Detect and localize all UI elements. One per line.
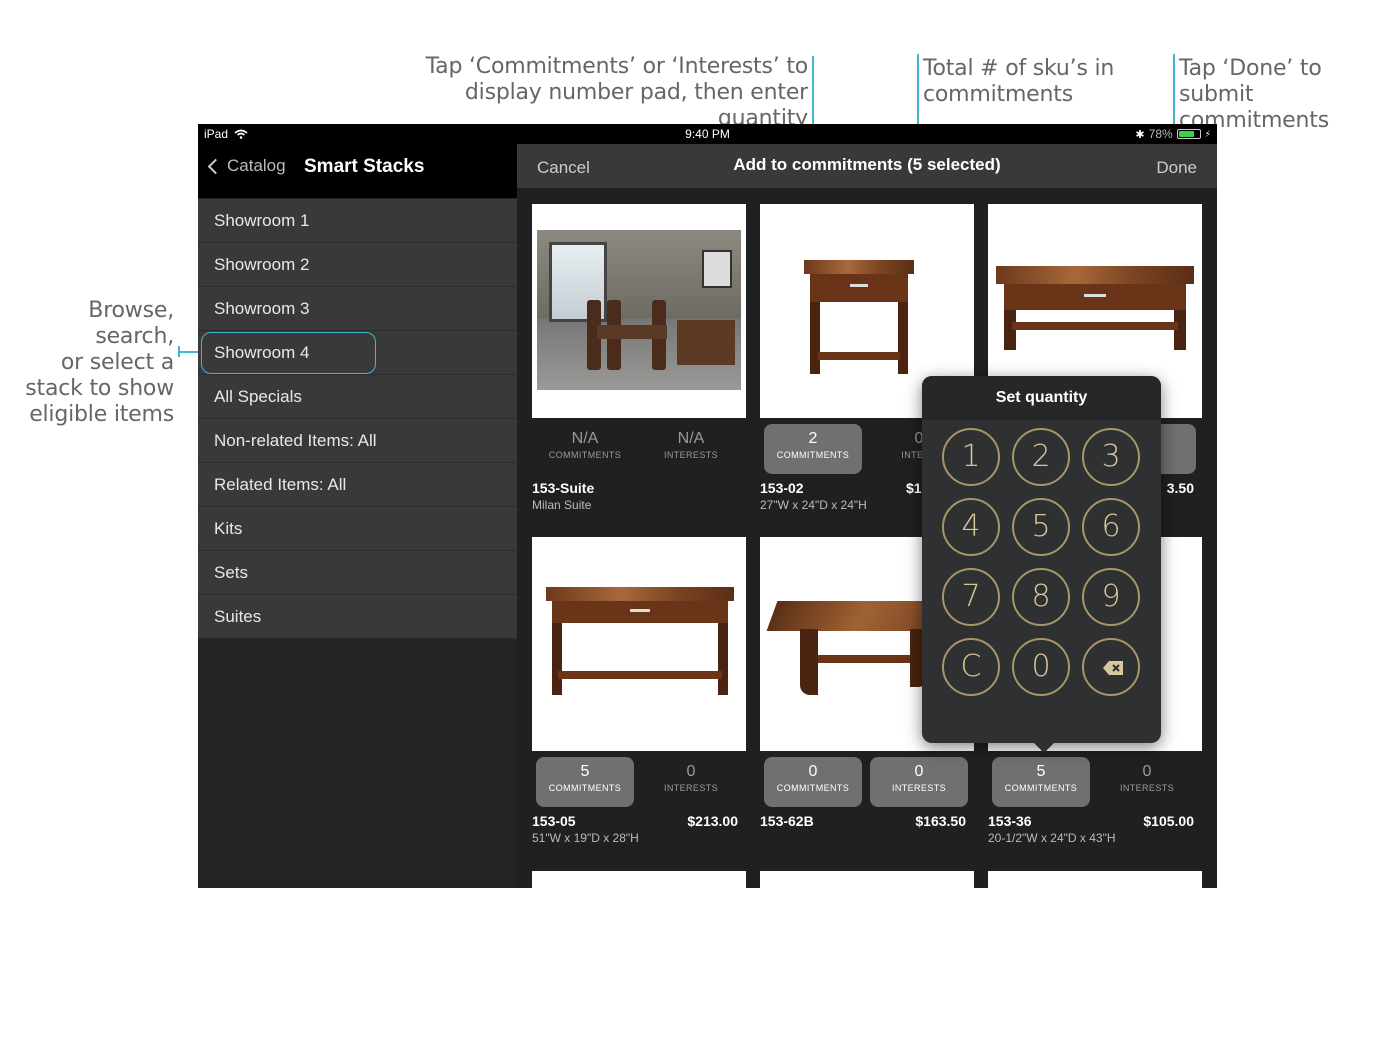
sidebar-item-all-specials[interactable]: All Specials <box>198 375 517 419</box>
charging-icon: ⚡ <box>1204 128 1211 139</box>
status-bar: iPad 9:40 PM ✱ 78% ⚡ <box>198 124 1217 144</box>
annotation-browse: Browse, search, or select a stack to sho… <box>6 298 174 428</box>
battery-percent: 78% <box>1148 127 1173 141</box>
product-sku: 153-62B <box>760 813 814 829</box>
back-button-label: Catalog <box>227 156 286 175</box>
commitments-counter[interactable]: N/A COMMITMENTS <box>536 424 634 474</box>
back-button[interactable]: Catalog <box>206 156 286 176</box>
product-card[interactable]: 5 COMMITMENTS 0 INTERESTS 153-05 $213.00… <box>532 537 746 845</box>
product-price: 3.50 <box>1166 480 1194 496</box>
product-description: Milan Suite <box>532 498 592 512</box>
product-sku: 153-36 <box>988 813 1032 829</box>
sidebar-item-showroom-4[interactable]: Showroom 4 <box>198 331 517 375</box>
annotation-browse-line1: Browse, search, <box>88 298 174 349</box>
annotation-done-line1: Tap ‘Done’ to submit <box>1179 56 1322 107</box>
sidebar-item-showroom-3[interactable]: Showroom 3 <box>198 287 517 331</box>
annotation-browse-line3: stack to show <box>25 376 174 401</box>
battery-icon <box>1176 129 1201 139</box>
stack-list: Showroom 1 Showroom 2 Showroom 3 Showroo… <box>198 199 517 639</box>
product-description: 20-1/2"W x 24"D x 43"H <box>988 831 1116 845</box>
backspace-icon <box>1103 661 1123 675</box>
sidebar-title: Smart Stacks <box>304 156 425 177</box>
sidebar-item-non-related[interactable]: Non-related Items: All <box>198 419 517 463</box>
product-description: 51"W x 19"D x 28"H <box>532 831 639 845</box>
key-0[interactable]: 0 <box>1012 638 1070 696</box>
key-7[interactable]: 7 <box>942 568 1000 626</box>
set-quantity-popover: Set quantity 1 2 3 4 5 6 7 8 9 C 0 <box>922 376 1161 753</box>
product-card[interactable]: N/A COMMITMENTS N/A INTERESTS 153-Suite … <box>532 204 746 512</box>
key-clear[interactable]: C <box>942 638 1000 696</box>
key-4[interactable]: 4 <box>942 498 1000 556</box>
key-2[interactable]: 2 <box>1012 428 1070 486</box>
product-image <box>532 204 746 418</box>
sidebar-item-kits[interactable]: Kits <box>198 507 517 551</box>
annotation-numpad: Tap ‘Commitments’ or ‘Interests’ to disp… <box>406 54 809 132</box>
sidebar-item-sets[interactable]: Sets <box>198 551 517 595</box>
product-sku: 153-05 <box>532 813 576 829</box>
product-price: $163.50 <box>915 813 966 829</box>
product-price: $105.00 <box>1143 813 1194 829</box>
product-card-partial <box>760 871 974 888</box>
done-button[interactable]: Done <box>1156 158 1197 178</box>
annotation-browse-tick <box>178 346 180 357</box>
bluetooth-icon: ✱ <box>1135 128 1145 141</box>
sidebar: Catalog Smart Stacks Showroom 1 Showroom… <box>198 144 517 888</box>
annotation-done: Tap ‘Done’ to submit commitments <box>1179 56 1400 134</box>
product-sku: 153-Suite <box>532 480 595 496</box>
key-3[interactable]: 3 <box>1082 428 1140 486</box>
sidebar-nav-bar: Catalog Smart Stacks <box>198 144 517 198</box>
annotation-numpad-line1: Tap ‘Commitments’ or ‘Interests’ to <box>425 54 809 79</box>
key-9[interactable]: 9 <box>1082 568 1140 626</box>
main-nav-bar: Cancel Add to commitments (5 selected) D… <box>517 144 1217 188</box>
product-sku: 153-02 <box>760 480 804 496</box>
sidebar-item-showroom-1[interactable]: Showroom 1 <box>198 199 517 243</box>
annotation-browse-line4: eligible items <box>29 402 174 427</box>
product-price: $213.00 <box>687 813 738 829</box>
annotation-total-skus: Total # of sku’s in commitments <box>923 56 1114 108</box>
sidebar-item-suites[interactable]: Suites <box>198 595 517 639</box>
key-backspace[interactable] <box>1082 638 1140 696</box>
commitments-counter[interactable]: 5 COMMITMENTS <box>536 757 634 807</box>
interests-counter[interactable]: 0 INTERESTS <box>870 757 968 807</box>
interests-counter[interactable]: N/A INTERESTS <box>642 424 740 474</box>
key-6[interactable]: 6 <box>1082 498 1140 556</box>
status-time: 9:40 PM <box>685 127 730 141</box>
sidebar-item-related[interactable]: Related Items: All <box>198 463 517 507</box>
sidebar-item-showroom-2[interactable]: Showroom 2 <box>198 243 517 287</box>
chevron-left-icon <box>207 158 224 174</box>
popover-title: Set quantity <box>922 376 1161 420</box>
commitments-counter[interactable]: 2 COMMITMENTS <box>764 424 862 474</box>
main-title: Add to commitments (5 selected) <box>733 155 1001 174</box>
key-8[interactable]: 8 <box>1012 568 1070 626</box>
annotation-total-skus-line1: Total # of sku’s in <box>923 56 1115 81</box>
key-1[interactable]: 1 <box>942 428 1000 486</box>
annotation-total-skus-line2: commitments <box>923 82 1073 107</box>
key-5[interactable]: 5 <box>1012 498 1070 556</box>
product-image <box>532 537 746 751</box>
commitments-counter[interactable]: 5 COMMITMENTS <box>992 757 1090 807</box>
product-card-partial <box>532 871 746 888</box>
interests-counter[interactable]: 0 INTERESTS <box>642 757 740 807</box>
product-description: 27"W x 24"D x 24"H <box>760 498 867 512</box>
product-price: $1 <box>906 480 922 496</box>
annotation-browse-line2: or select a <box>60 350 174 375</box>
interests-counter[interactable]: 0 INTERESTS <box>1098 757 1196 807</box>
commitments-counter[interactable]: 0 COMMITMENTS <box>764 757 862 807</box>
product-card-partial <box>988 871 1202 888</box>
